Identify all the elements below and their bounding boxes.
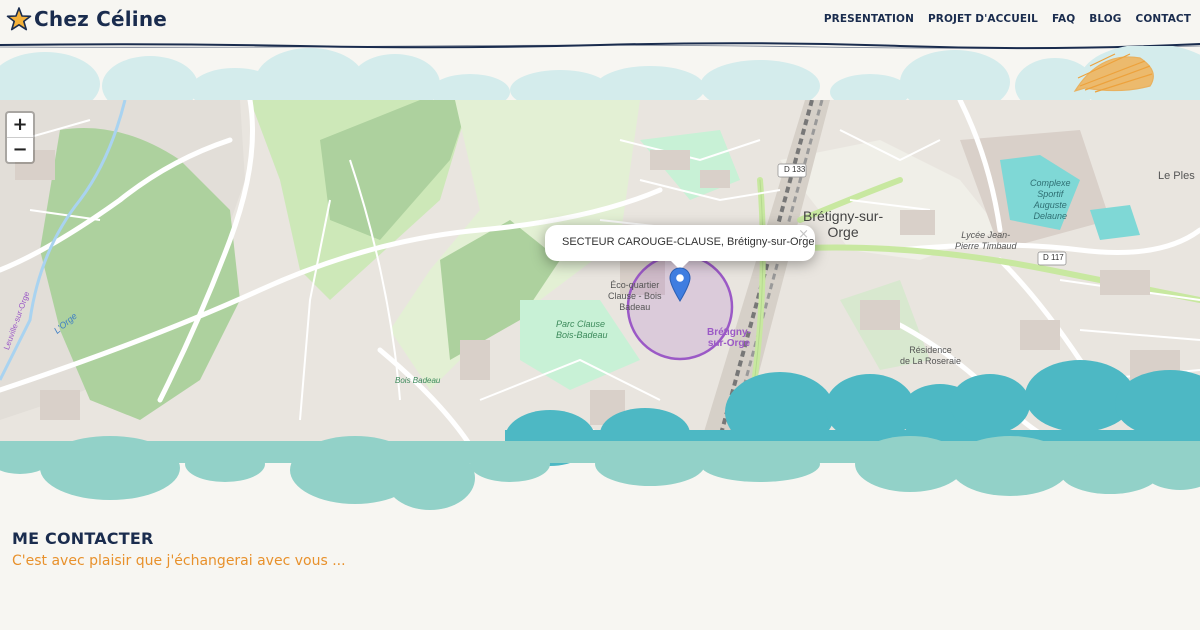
zoom-control: + −: [5, 111, 35, 164]
zoom-out-button[interactable]: −: [7, 138, 33, 162]
label-parc: Parc Clause Bois-Badeau: [556, 319, 608, 340]
label-lycee: Lycée Jean- Pierre Timbaud: [955, 230, 1017, 251]
label-town: Brétigny-sur- Orge: [803, 208, 884, 240]
map-marker-icon[interactable]: [669, 267, 691, 303]
popup-close-button[interactable]: ×: [798, 227, 809, 242]
site-header: Chez Céline PRESENTATION PROJET D'ACCUEI…: [0, 0, 1200, 50]
nav-projet-accueil[interactable]: PROJET D'ACCUEIL: [928, 13, 1038, 25]
logo-text: Chez Céline: [34, 7, 168, 31]
zoom-in-button[interactable]: +: [7, 113, 33, 138]
label-bretigny-purple: Brétigny- sur-Orge: [707, 327, 751, 349]
map-popup: SECTEUR CAROUGE-CLAUSE, Brétigny-sur-Org…: [545, 225, 815, 270]
site-logo[interactable]: Chez Céline: [6, 6, 167, 32]
contact-title: ME CONTACTER: [12, 529, 154, 548]
nav-presentation[interactable]: PRESENTATION: [824, 13, 914, 25]
label-eco: Éco-quartier Clause - Bois Badeau: [608, 280, 662, 312]
star-icon: [6, 7, 32, 31]
nav-faq[interactable]: FAQ: [1052, 13, 1075, 25]
top-cloud-band: [0, 46, 1200, 102]
contact-subtitle: C'est avec plaisir que j'échangerai avec…: [12, 553, 346, 569]
nav-blog[interactable]: BLOG: [1089, 13, 1121, 25]
label-d117: D 117: [1043, 253, 1064, 262]
label-d133: D 133: [784, 165, 806, 174]
label-le-ples: Le Ples: [1158, 170, 1195, 182]
bottom-cloud-band: [0, 360, 1200, 510]
main-nav: PRESENTATION PROJET D'ACCUEIL FAQ BLOG C…: [824, 13, 1191, 25]
popup-text: SECTEUR CAROUGE-CLAUSE, Brétigny-sur-Org…: [562, 236, 815, 248]
nav-contact[interactable]: CONTACT: [1136, 13, 1191, 25]
label-complexe: Complexe Sportif Auguste Delaune: [1030, 178, 1071, 221]
